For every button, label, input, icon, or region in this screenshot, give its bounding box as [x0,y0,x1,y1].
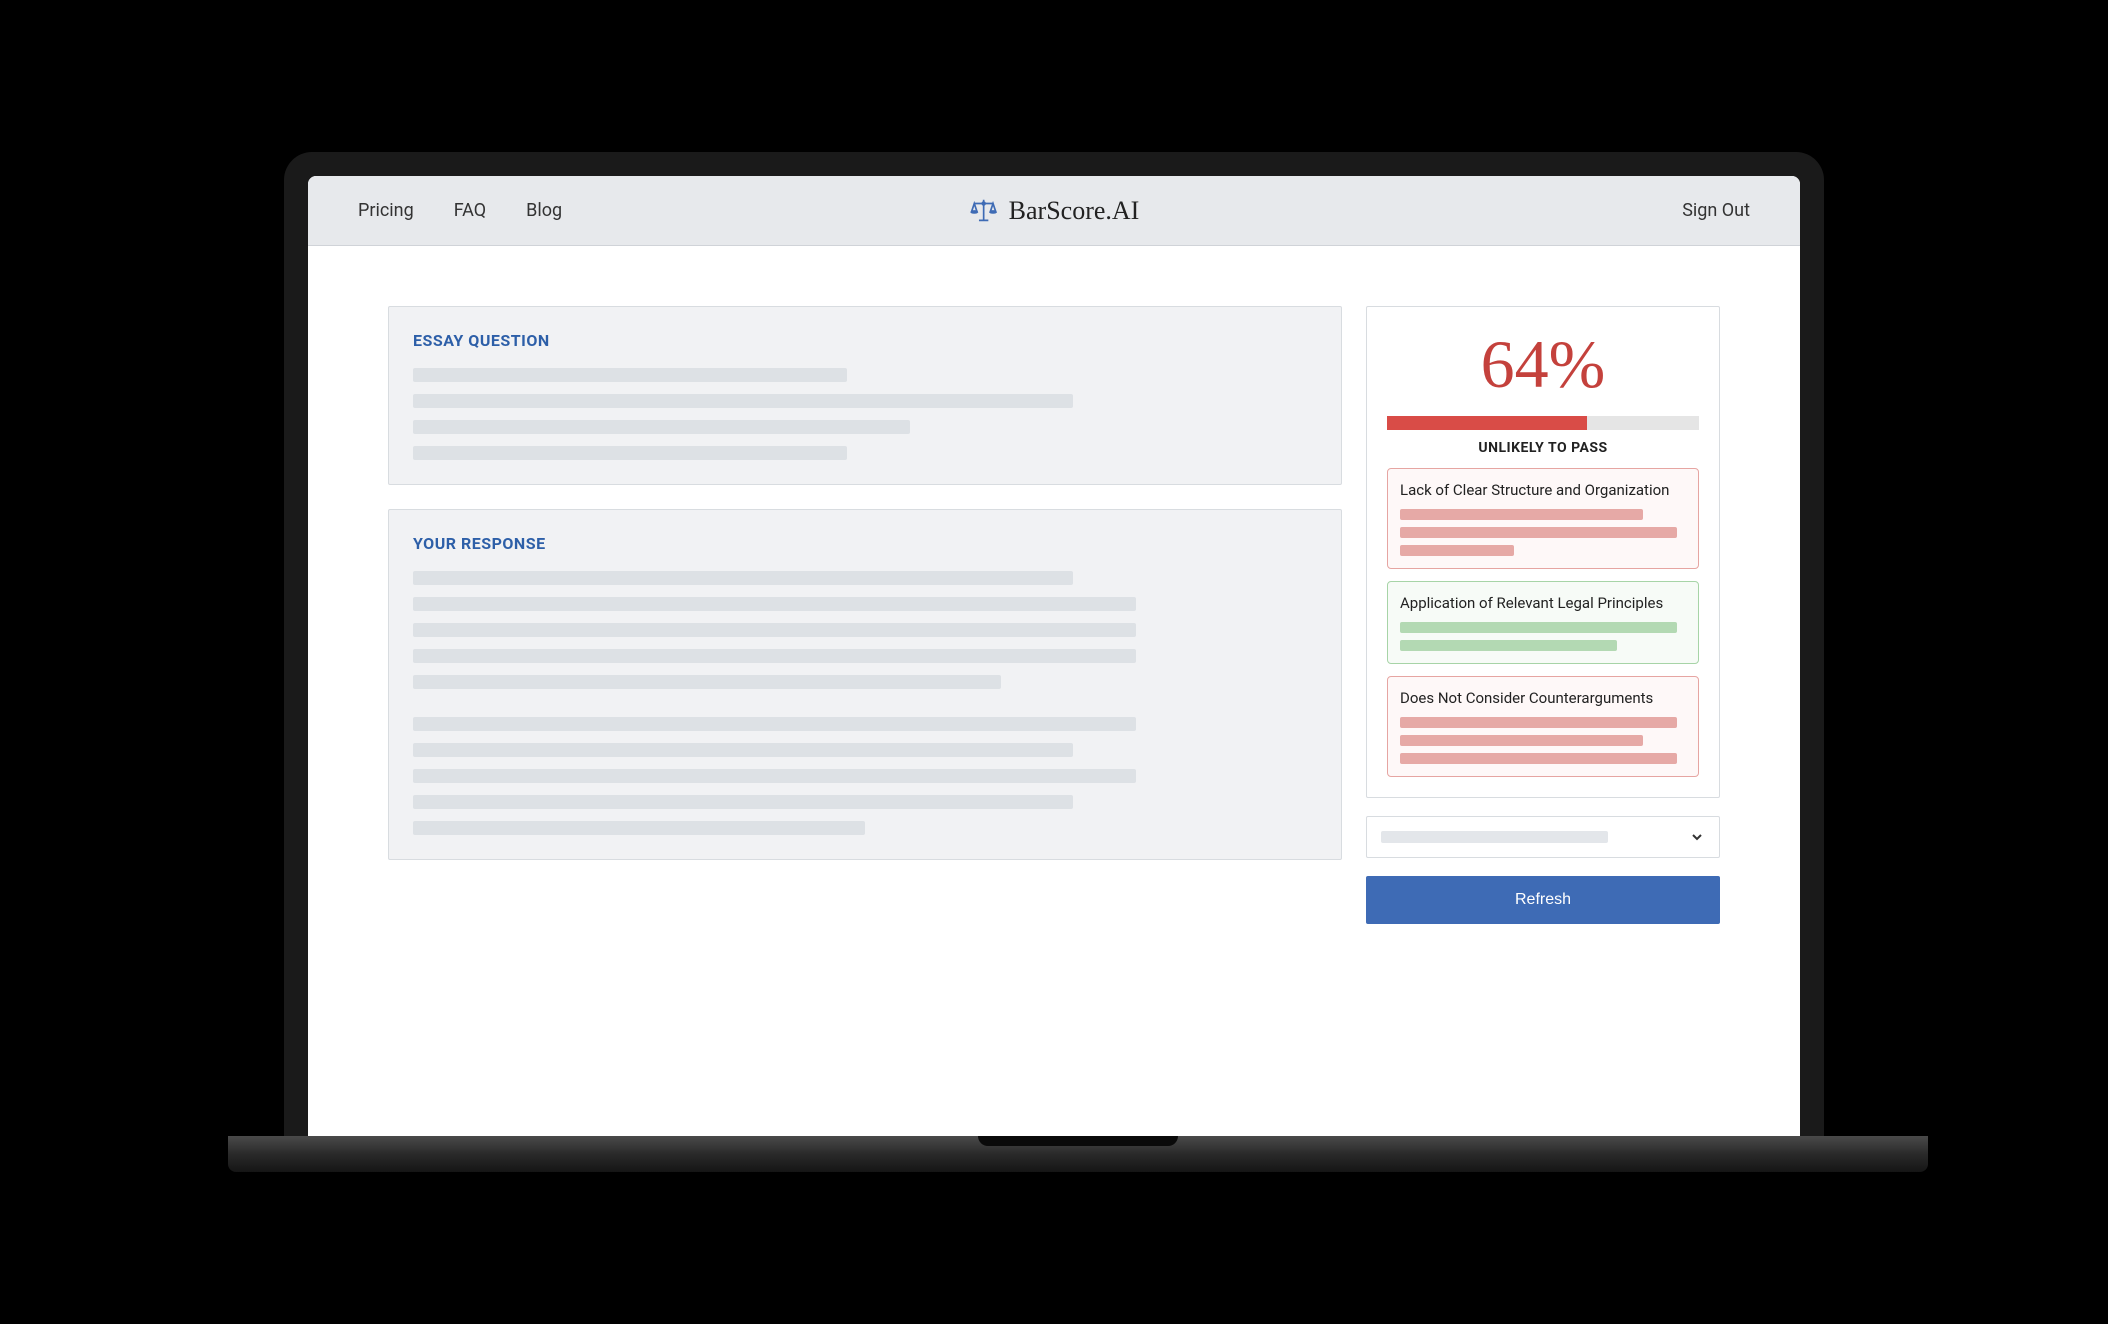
skeleton-line [413,675,1001,689]
logo-text: BarScore.AI [1009,196,1140,226]
laptop-base [228,1136,1928,1172]
logo[interactable]: BarScore.AI [969,196,1140,226]
feedback-skeleton-line [1400,527,1677,538]
feedback-card-2: Does Not Consider Counterarguments [1387,676,1699,777]
feedback-skeleton-line [1400,545,1514,556]
nav-link-pricing[interactable]: Pricing [358,200,414,221]
skeleton-line [413,795,1073,809]
score-progress-fill [1387,416,1587,430]
score-label: UNLIKELY TO PASS [1387,440,1699,456]
dropdown-placeholder [1381,831,1608,843]
navbar: Pricing FAQ Blog BarScore.AI Sign Out [308,176,1800,246]
left-column: ESSAY QUESTION YOUR RESPONSE [388,306,1342,924]
main-content: ESSAY QUESTION YOUR RESPONSE [308,246,1800,984]
score-percent: 64% [1387,327,1699,402]
sign-out-link[interactable]: Sign Out [1682,200,1750,221]
feedback-card-1: Application of Relevant Legal Principles [1387,581,1699,664]
essay-question-title: ESSAY QUESTION [413,331,1317,350]
skeleton-line [413,717,1136,731]
skeleton-line [413,394,1073,408]
chevron-down-icon [1689,829,1705,845]
screen: Pricing FAQ Blog BarScore.AI Sign Out [308,176,1800,1136]
skeleton-line [413,649,1136,663]
score-card: 64% UNLIKELY TO PASS Lack of Clear Struc… [1366,306,1720,798]
score-progress-bar [1387,416,1699,430]
skeleton-line [413,623,1136,637]
filter-dropdown[interactable] [1366,816,1720,858]
right-column: 64% UNLIKELY TO PASS Lack of Clear Struc… [1366,306,1720,924]
your-response-card: YOUR RESPONSE [388,509,1342,860]
feedback-skeleton-line [1400,509,1643,520]
feedback-skeleton-line [1400,640,1617,651]
nav-link-blog[interactable]: Blog [526,200,562,221]
skeleton-line [413,743,1073,757]
skeleton-line [413,420,910,434]
skeleton-line [413,769,1136,783]
feedback-skeleton-line [1400,622,1677,633]
skeleton-gap [413,701,1317,717]
skeleton-line [413,597,1136,611]
skeleton-line [413,571,1073,585]
skeleton-line [413,821,865,835]
feedback-list: Lack of Clear Structure and Organization… [1387,468,1699,777]
scales-icon [969,196,999,226]
nav-link-faq[interactable]: FAQ [454,200,486,221]
essay-question-card: ESSAY QUESTION [388,306,1342,485]
skeleton-line [413,446,847,460]
nav-links: Pricing FAQ Blog [358,200,562,221]
laptop-frame: Pricing FAQ Blog BarScore.AI Sign Out [284,152,1824,1172]
refresh-button[interactable]: Refresh [1366,876,1720,924]
feedback-skeleton-line [1400,735,1643,746]
feedback-skeleton-line [1400,753,1677,764]
your-response-title: YOUR RESPONSE [413,534,1317,553]
feedback-skeleton-line [1400,717,1677,728]
skeleton-line [413,368,847,382]
laptop-notch [978,1136,1178,1146]
feedback-title: Lack of Clear Structure and Organization [1400,481,1686,499]
feedback-card-0: Lack of Clear Structure and Organization [1387,468,1699,569]
feedback-title: Application of Relevant Legal Principles [1400,594,1686,612]
feedback-title: Does Not Consider Counterarguments [1400,689,1686,707]
